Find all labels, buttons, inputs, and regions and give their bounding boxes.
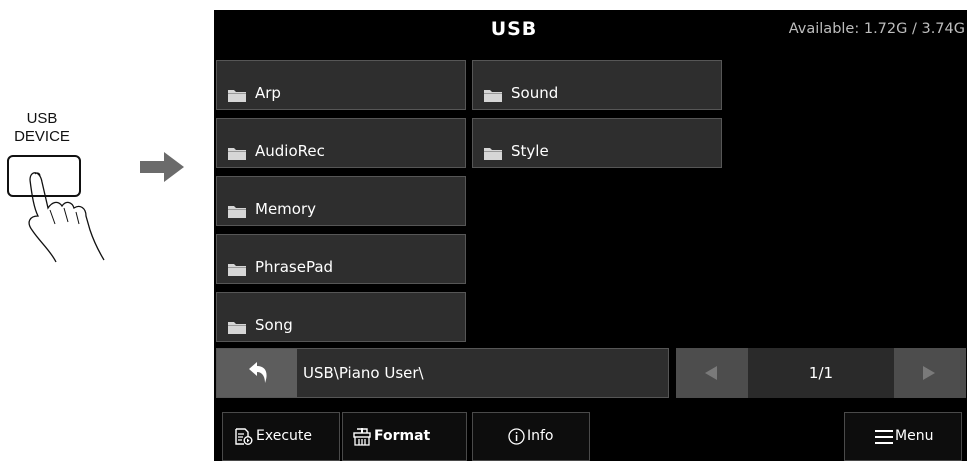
folder-style[interactable]: Style xyxy=(472,118,722,168)
folder-memory[interactable]: Memory xyxy=(216,176,466,226)
folder-icon xyxy=(228,90,246,102)
menu-label: Menu xyxy=(895,428,934,444)
folder-icon xyxy=(484,90,502,102)
format-label: Format xyxy=(374,428,431,444)
usb-label-line2: DEVICE xyxy=(14,128,70,145)
folder-icon xyxy=(228,206,246,218)
folder-icon xyxy=(228,148,246,160)
folder-sound[interactable]: Sound xyxy=(472,60,722,110)
info-icon xyxy=(508,428,525,445)
hamburger-menu-icon xyxy=(875,430,893,444)
folder-label: Song xyxy=(255,316,293,334)
current-path: USB\Piano User\ xyxy=(303,364,424,382)
format-button[interactable]: Format xyxy=(342,412,467,461)
folder-label: Memory xyxy=(255,200,317,218)
folder-label: Style xyxy=(511,142,549,160)
usb-device-label: USB DEVICE xyxy=(2,110,82,146)
prev-page-button[interactable] xyxy=(676,348,748,398)
path-bar: USB\Piano User\ xyxy=(216,348,669,398)
info-button[interactable]: Info xyxy=(472,412,590,461)
folder-label: PhrasePad xyxy=(255,258,334,276)
format-icon xyxy=(353,428,371,446)
pager: 1/1 xyxy=(676,348,966,398)
folder-label: AudioRec xyxy=(255,142,325,160)
folder-icon xyxy=(228,264,246,276)
folder-icon xyxy=(484,148,502,160)
next-page-button[interactable] xyxy=(894,348,966,398)
page-title: USB xyxy=(490,18,538,40)
usb-label-line1: USB xyxy=(26,110,58,127)
back-arrow-icon xyxy=(249,362,267,383)
folder-phrasepad[interactable]: PhrasePad xyxy=(216,234,466,284)
info-label: Info xyxy=(527,428,554,444)
triangle-right-icon xyxy=(923,366,935,380)
folder-audiorec[interactable]: AudioRec xyxy=(216,118,466,168)
triangle-left-icon xyxy=(705,366,717,380)
back-button[interactable] xyxy=(217,349,297,397)
execute-button[interactable]: Execute xyxy=(222,412,340,461)
folder-icon xyxy=(228,322,246,334)
page-indicator: 1/1 xyxy=(808,364,834,382)
menu-button[interactable]: Menu xyxy=(844,412,962,461)
available-space: Available: 1.72G / 3.74G xyxy=(788,21,965,37)
folder-label: Sound xyxy=(511,84,559,102)
arrow-right-icon xyxy=(140,152,184,182)
execute-icon xyxy=(235,428,253,445)
folder-arp[interactable]: Arp xyxy=(216,60,466,110)
execute-label: Execute xyxy=(256,428,312,444)
usb-screen: USB Available: 1.72G / 3.74G Arp Sound A… xyxy=(214,10,967,461)
folder-song[interactable]: Song xyxy=(216,292,466,342)
hand-pressing-icon xyxy=(7,155,105,263)
folder-label: Arp xyxy=(255,84,281,102)
title-bar: USB Available: 1.72G / 3.74G xyxy=(214,10,967,48)
